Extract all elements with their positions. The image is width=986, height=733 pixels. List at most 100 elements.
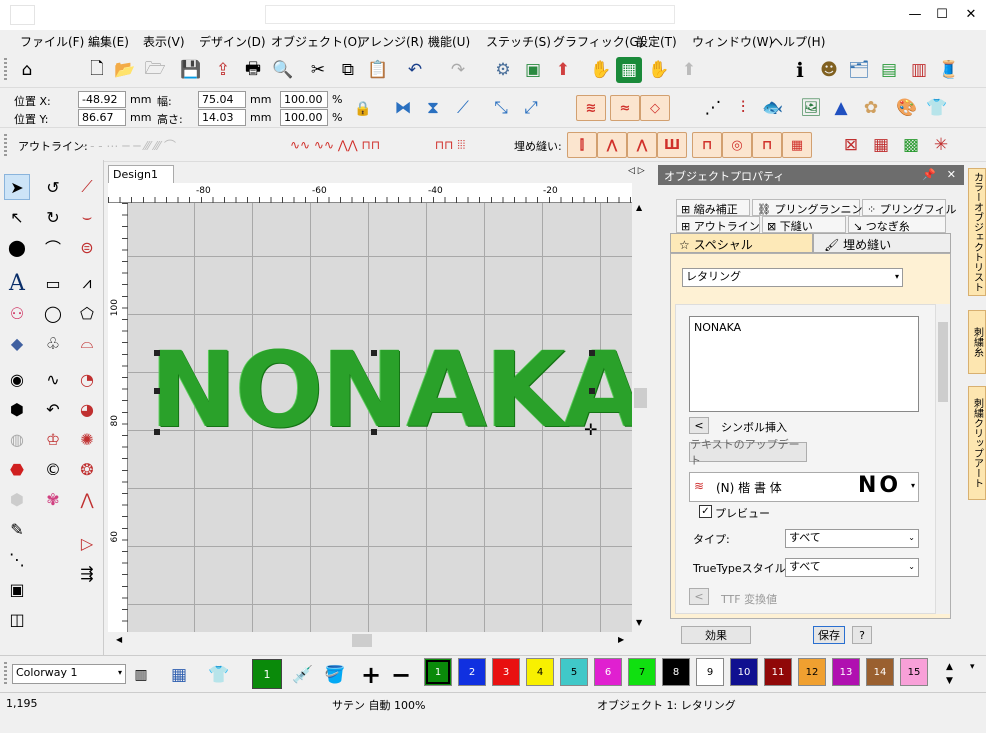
image-icon[interactable]: 🖼 — [798, 95, 824, 121]
flower-icon[interactable]: ✾ — [40, 486, 66, 512]
palette-icon[interactable]: 🎨 — [894, 95, 920, 121]
ellipse-icon[interactable]: ◯ — [40, 300, 66, 326]
shape-plus-icon[interactable]: ♧ — [40, 330, 66, 356]
tab-threads[interactable]: 刺繍糸 — [968, 310, 986, 374]
menu-settings[interactable]: 設定(T) — [636, 33, 677, 50]
color-palette-icon[interactable]: ▦ — [166, 662, 192, 688]
fill-stitch-7-icon[interactable]: ⊓ — [752, 132, 782, 158]
polyline-icon[interactable]: ⩘ — [74, 270, 100, 296]
vertical-scrollbar[interactable]: ▲ ▼ — [632, 183, 649, 632]
paste-icon[interactable]: 📋 — [365, 57, 391, 83]
hexagon-icon[interactable]: ⬢ — [4, 396, 30, 422]
tab-shrink-comp[interactable]: ⊞ 縮み補正 — [676, 199, 750, 216]
toolbar-options-icon[interactable]: ▾ — [970, 662, 975, 672]
selection-handle[interactable] — [371, 429, 377, 435]
scroll-up-icon[interactable]: ▲ — [636, 203, 642, 212]
color-swatch-13[interactable]: 13 — [832, 658, 860, 686]
stitch-point-icon[interactable]: ⋱ — [4, 546, 30, 572]
shirt-color-icon[interactable]: 👕 — [206, 662, 232, 688]
freehand2-icon[interactable]: ↻ — [40, 204, 66, 230]
mirror-d-icon[interactable]: ⟋ — [450, 95, 476, 121]
cut-icon[interactable]: ✂ — [305, 57, 331, 83]
fill-stitch-2-icon[interactable]: ⋀ — [597, 132, 627, 158]
polygon-icon[interactable]: ⬠ — [74, 300, 100, 326]
hexagon-red-icon[interactable]: ⬣ — [4, 456, 30, 482]
save-icon[interactable]: 💾 — [178, 57, 204, 83]
color-list-icon[interactable]: ▤ — [876, 57, 902, 83]
scroll-left-icon[interactable]: ◀ — [116, 635, 122, 644]
color-swatch-6[interactable]: 6 — [594, 658, 622, 686]
satin-stitch-icon[interactable]: ≋ — [576, 95, 606, 121]
selection-handle[interactable] — [154, 429, 160, 435]
leaf-stitch-icon[interactable]: ◇ — [640, 95, 670, 121]
team-names-icon[interactable]: ⚇ — [4, 300, 30, 326]
color-chart-icon[interactable]: ▥ — [128, 662, 154, 688]
print-preview-icon[interactable]: 🔍 — [270, 57, 296, 83]
rotate-icon[interactable]: ⤡ — [488, 95, 514, 121]
color-swatch-3[interactable]: 3 — [492, 658, 520, 686]
curve-red-icon[interactable]: ⌣ — [74, 204, 100, 230]
object-type-select[interactable]: レタリング ▾ — [682, 268, 903, 287]
fill-grid-icon[interactable]: ▦ — [868, 132, 894, 158]
tab-fill[interactable]: 🖌 埋め縫い — [813, 233, 951, 253]
height-field[interactable]: 14.03 — [198, 109, 246, 126]
toolbar-grip[interactable] — [4, 134, 7, 156]
mirror-v-icon[interactable]: ⧗ — [420, 95, 446, 121]
menu-file[interactable]: ファイル(F) — [20, 33, 84, 50]
color-scroll-icon[interactable]: ▲ ▼ — [946, 660, 953, 688]
fill-texture-icon[interactable]: ▩ — [898, 132, 924, 158]
print-icon[interactable]: 🖶 — [240, 57, 266, 83]
color-swatch-9[interactable]: 9 — [696, 658, 724, 686]
triangle-icon[interactable]: ▷ — [74, 530, 100, 556]
tab-special[interactable]: ☆ スペシャル — [670, 233, 813, 253]
color-swatch-7[interactable]: 7 — [628, 658, 656, 686]
zigzag-icon[interactable]: ⋀ — [74, 486, 100, 512]
menu-help[interactable]: ヘルプ(H) — [771, 33, 825, 50]
undo-icon[interactable]: ↶ — [402, 57, 428, 83]
close-button[interactable]: ✕ — [958, 4, 984, 26]
menu-design[interactable]: デザイン(D) — [199, 33, 266, 50]
home-icon[interactable]: ⌂ — [14, 57, 40, 83]
add-color-icon[interactable]: + — [358, 661, 384, 689]
pct-width-field[interactable]: 100.00 — [280, 91, 328, 108]
tab-underlay[interactable]: ⊠ 下縫い — [762, 216, 846, 233]
scroll-thumb[interactable] — [352, 634, 372, 647]
menu-view[interactable]: 表示(V) — [143, 33, 185, 50]
mirror-h-icon[interactable]: ⧓ — [390, 95, 416, 121]
copy-icon[interactable]: ⧉ — [335, 57, 361, 83]
pie2-icon[interactable]: ◕ — [74, 396, 100, 422]
node-edit-icon[interactable]: ⬤ — [4, 234, 30, 260]
save-button[interactable]: 保存 — [813, 626, 845, 644]
selection-handle[interactable] — [371, 350, 377, 356]
crown-icon[interactable]: ♔ — [40, 426, 66, 452]
tab-scroll-icon[interactable]: ◁ ▷ — [628, 166, 645, 176]
color-swatch-14[interactable]: 14 — [866, 658, 894, 686]
fill-stitch-6-icon[interactable]: ◎ — [722, 132, 752, 158]
maximize-button[interactable]: ☐ — [929, 4, 955, 26]
lettering-icon[interactable]: A — [4, 270, 30, 296]
pct-height-field[interactable]: 100.00 — [280, 109, 328, 126]
text-input-area[interactable]: NONAKA — [689, 316, 919, 412]
color-swatch-8[interactable]: 8 — [662, 658, 690, 686]
selection-handle[interactable] — [589, 388, 595, 394]
arc-icon[interactable]: ⌒ — [40, 234, 66, 260]
arch-icon[interactable]: ⌓ — [74, 330, 100, 356]
minimize-button[interactable]: — — [902, 4, 928, 26]
fill-stitch-8-icon[interactable]: ▦ — [782, 132, 812, 158]
pos-x-field[interactable]: -48.92 — [78, 91, 126, 108]
color-swatch-12[interactable]: 12 — [798, 658, 826, 686]
outline-pattern-icon[interactable]: ⊓⊓ ⦙⦙⦙ — [420, 132, 480, 158]
eyedropper-icon[interactable]: 💉 — [290, 662, 316, 688]
font-select[interactable]: ≋ (N) 楷 書 体 NO ▾ — [689, 472, 919, 502]
wizard-icon[interactable]: ✋ — [588, 57, 614, 83]
freehand-icon[interactable]: ↺ — [40, 174, 66, 200]
frame-icon[interactable]: ▣ — [4, 576, 30, 602]
color-swatch-5[interactable]: 5 — [560, 658, 588, 686]
fill-stitch-3-icon[interactable]: ⋀ — [627, 132, 657, 158]
open-network-icon[interactable]: 🗁 — [142, 57, 168, 83]
picture-icon[interactable]: ▦ — [616, 57, 642, 83]
cc-icon[interactable]: © — [40, 456, 66, 482]
menu-object[interactable]: オブジェクト(O) — [271, 33, 362, 50]
person-icon[interactable]: ☻ — [816, 57, 842, 83]
radial2-icon[interactable]: ❂ — [74, 456, 100, 482]
